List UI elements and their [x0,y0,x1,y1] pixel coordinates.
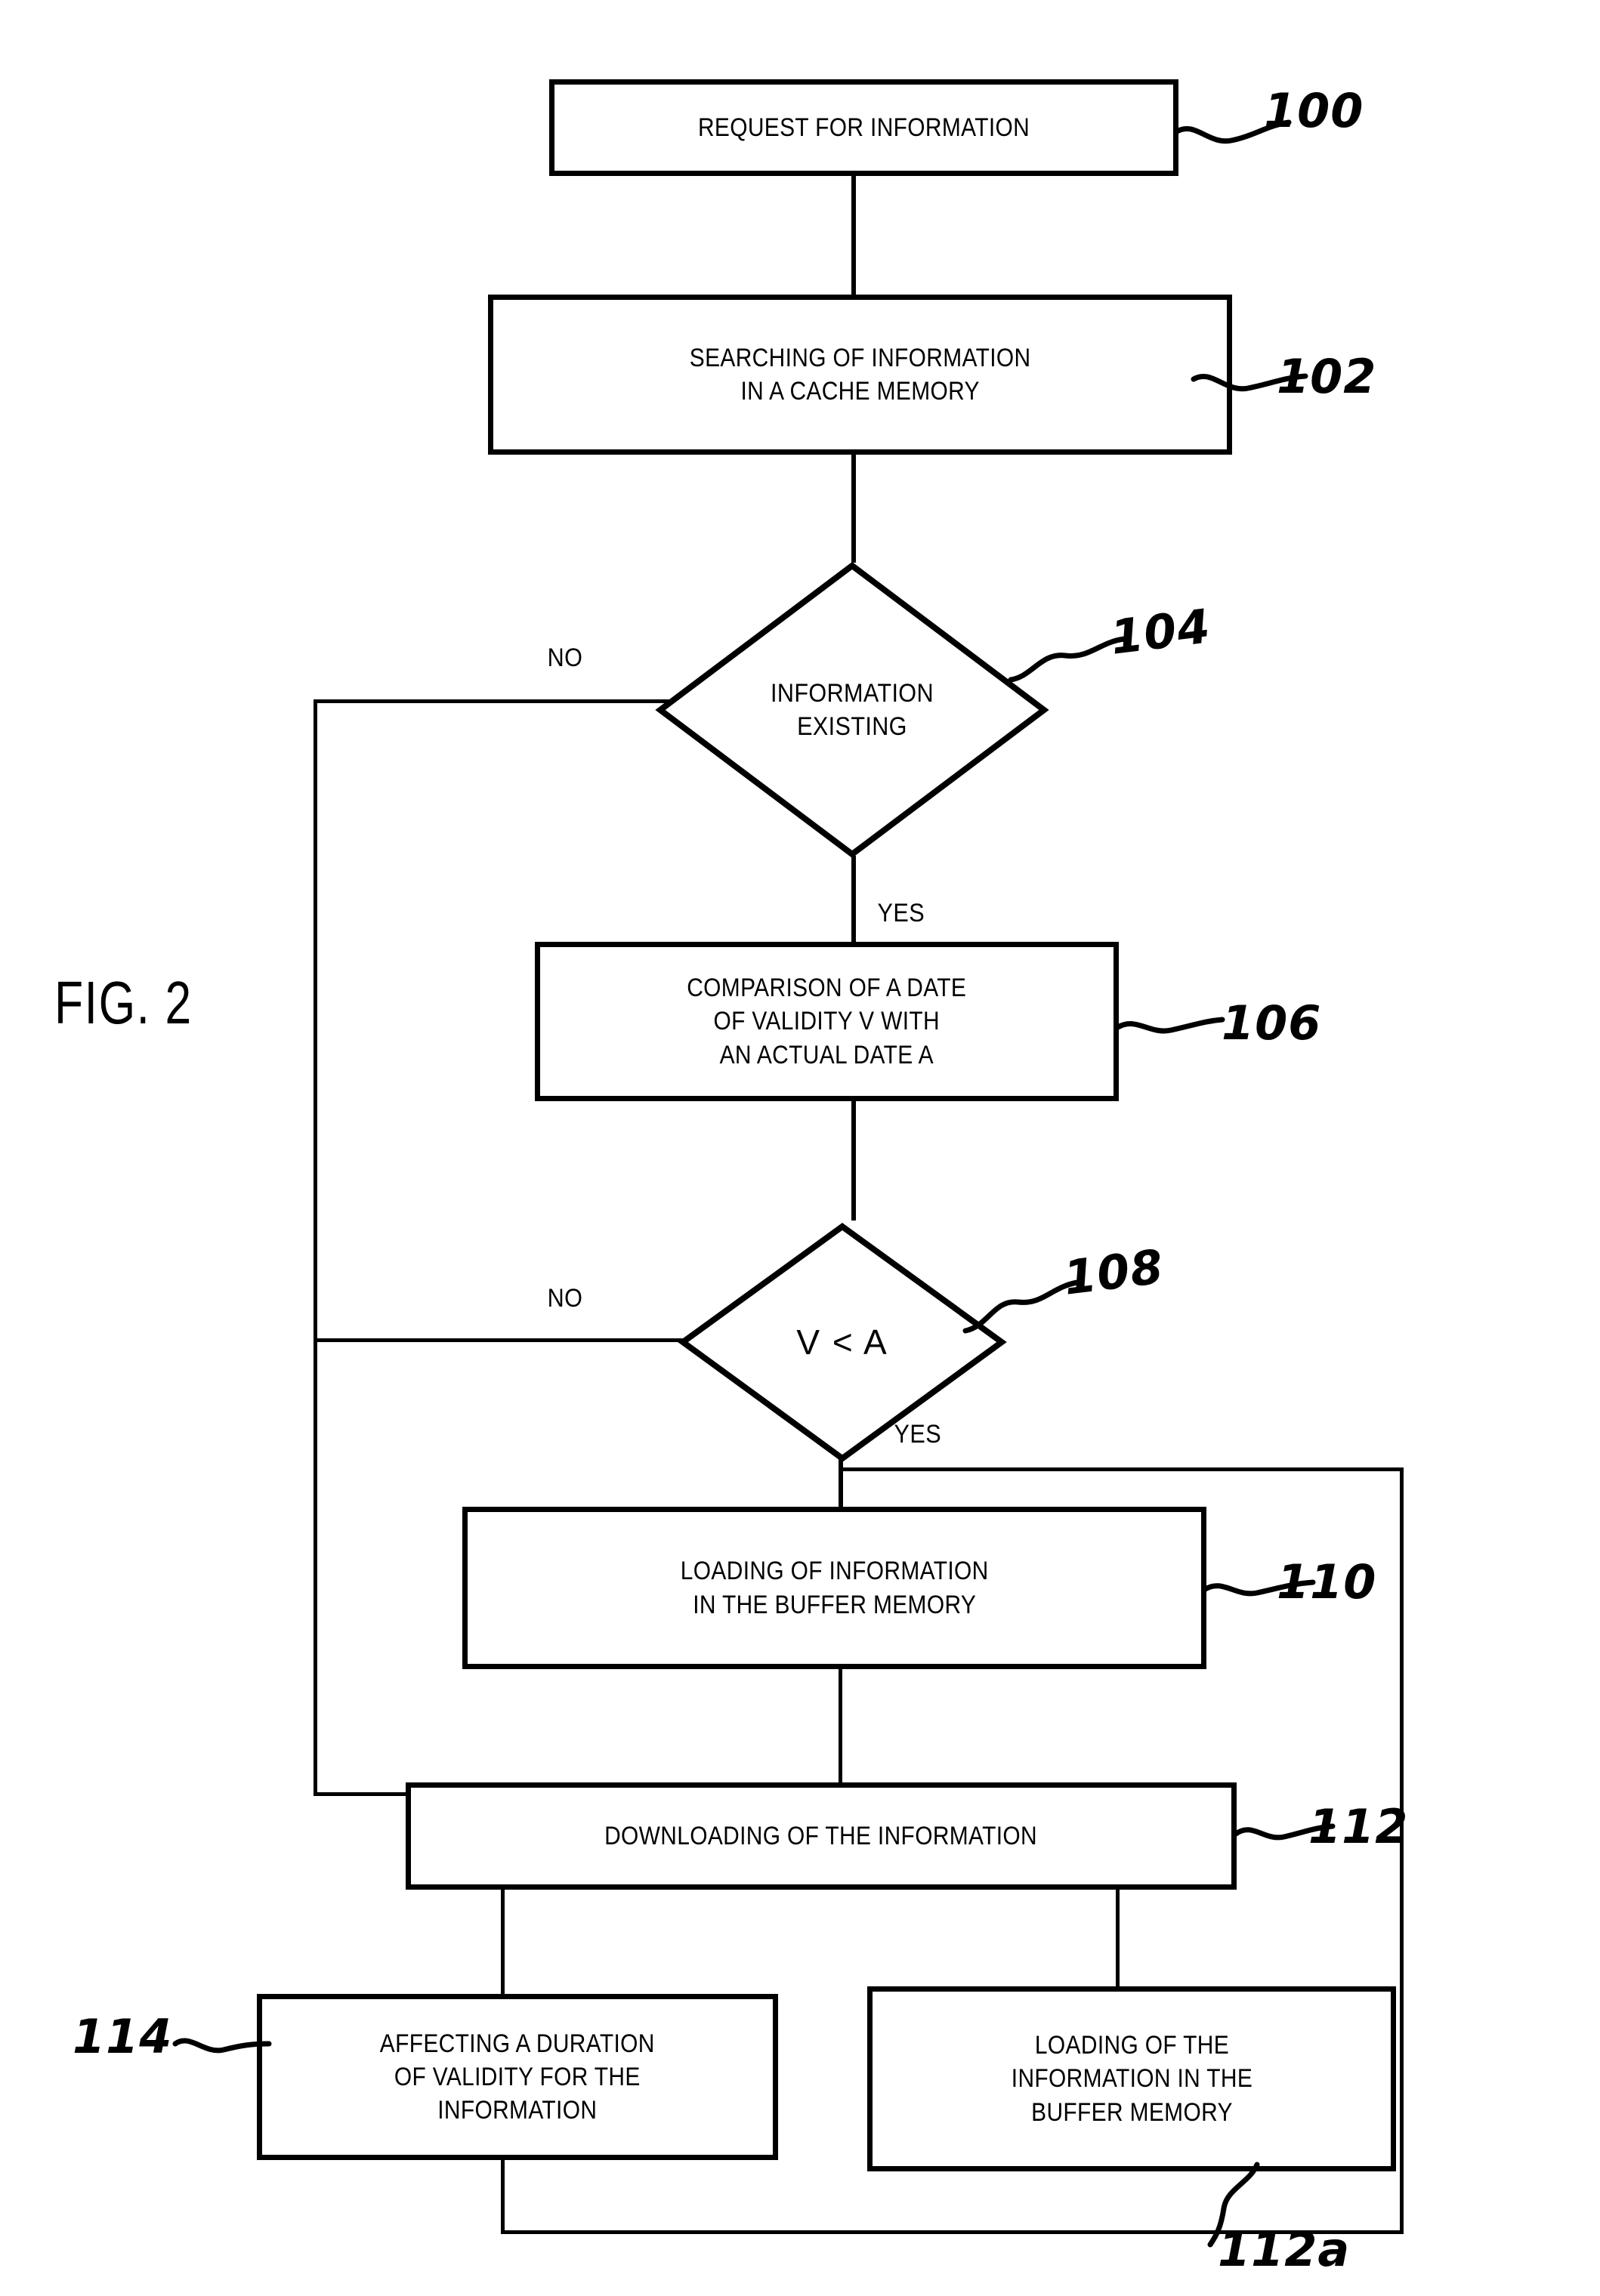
reference-numeral-104: 104 [1107,598,1214,665]
node-label: LOADING OF THE INFORMATION IN THE BUFFER… [1011,2031,1253,2127]
reference-numeral-112a: 112a [1218,2222,1351,2277]
node-label: SEARCHING OF INFORMATION IN A CACHE MEMO… [689,343,1031,406]
reference-numeral-114: 114 [73,2009,173,2064]
connector-104-no-horizontal [314,699,699,703]
reference-numeral-106: 106 [1222,995,1322,1051]
connector-106-to-108 [851,1100,856,1221]
node-loading-of-the-information-buffer[interactable]: LOADING OF THE INFORMATION IN THE BUFFER… [867,1986,1396,2171]
figure-caption: FIG. 2 [54,969,193,1036]
connector-112-to-114 [501,1887,505,1997]
connector-100-to-102 [851,176,856,297]
node-loading-of-information-buffer[interactable]: LOADING OF INFORMATION IN THE BUFFER MEM… [462,1507,1206,1669]
branch-label-no-108: NO [547,1284,583,1313]
connector-102-to-104 [851,453,856,563]
node-information-existing[interactable]: INFORMATION EXISTING [655,561,1049,859]
reference-numeral-108: 108 [1061,1239,1167,1306]
outer-loop-left-vertical [501,2156,505,2234]
node-comparison-of-date[interactable]: COMPARISON OF A DATE OF VALIDITY V WITH … [535,942,1119,1101]
node-label: LOADING OF INFORMATION IN THE BUFFER MEM… [680,1557,989,1619]
figure-canvas: REQUEST FOR INFORMATION SEARCHING OF INF… [0,0,1600,2296]
node-request-for-information[interactable]: REQUEST FOR INFORMATION [549,79,1178,176]
node-downloading-of-the-information[interactable]: DOWNLOADING OF THE INFORMATION [406,1782,1237,1890]
connector-108-yes-to-right-loop [839,1467,1404,1471]
node-label: INFORMATION EXISTING [771,678,934,741]
node-label: DOWNLOADING OF THE INFORMATION [604,1821,1038,1850]
branch-label-no-104: NO [547,643,583,672]
connector-108-no-horizontal [314,1338,699,1342]
node-label: V < A [796,1322,888,1362]
node-v-less-than-a[interactable]: V < A [678,1223,1007,1462]
branch-label-yes-104: YES [877,899,925,927]
connector-left-trunk-to-112 [314,1792,412,1796]
reference-numeral-110: 110 [1277,1554,1377,1609]
reference-numeral-112: 112 [1308,1799,1409,1854]
branch-label-yes-108: YES [894,1420,942,1449]
node-label: AFFECTING A DURATION OF VALIDITY FOR THE… [380,2029,655,2125]
leader-line-106 [1115,1004,1237,1042]
node-affecting-a-duration-of-validity[interactable]: AFFECTING A DURATION OF VALIDITY FOR THE… [257,1994,778,2160]
node-label: REQUEST FOR INFORMATION [697,113,1030,142]
reference-numeral-102: 102 [1277,349,1377,404]
reference-numeral-100: 100 [1264,83,1364,138]
left-return-trunk [314,699,317,1796]
node-label: COMPARISON OF A DATE OF VALIDITY V WITH … [687,974,967,1069]
leader-line-114 [172,2024,272,2065]
connector-112-to-112a [1116,1887,1120,1989]
connector-104-yes-to-106 [851,856,856,945]
node-searching-of-information[interactable]: SEARCHING OF INFORMATION IN A CACHE MEMO… [488,295,1232,455]
connector-110-to-112 [839,1668,842,1785]
